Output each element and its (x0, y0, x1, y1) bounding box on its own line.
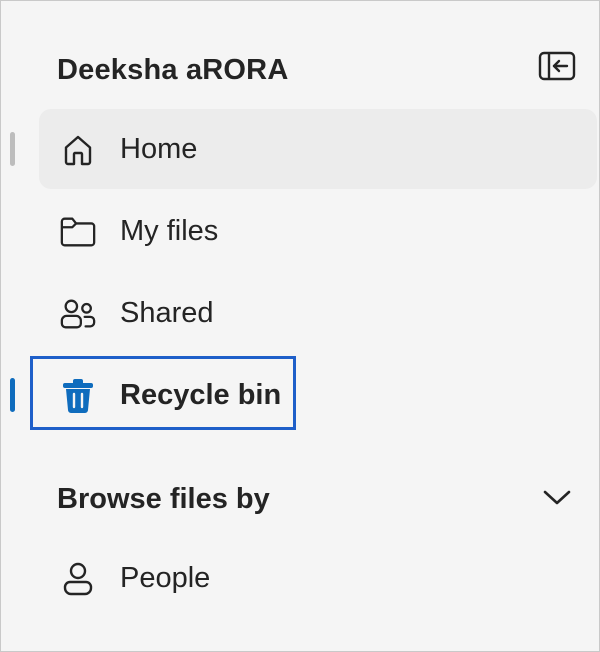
browse-toggle-button[interactable] (537, 481, 577, 517)
nav-item-recycle-bin[interactable]: Recycle bin (39, 355, 597, 435)
home-icon (59, 131, 97, 169)
user-name: Deeksha aRORA (57, 54, 289, 86)
selection-indicator (10, 378, 15, 412)
collapse-pane-button[interactable] (537, 51, 577, 86)
people-shared-icon (59, 295, 97, 333)
nav-item-home[interactable]: Home (39, 109, 597, 189)
pane-header: Deeksha aRORA (1, 1, 599, 101)
folder-icon (59, 213, 97, 251)
nav-item-label: Home (120, 133, 198, 165)
hover-indicator (10, 132, 15, 166)
nav-item-shared[interactable]: Shared (39, 273, 597, 353)
panel-collapse-icon (538, 51, 576, 86)
navigation-pane: Deeksha aRORA Home My files Shared Recyc… (0, 0, 600, 652)
trash-icon (59, 377, 97, 415)
nav-item-my-files[interactable]: My files (39, 191, 597, 271)
chevron-down-icon (541, 487, 573, 512)
browse-section-title: Browse files by (57, 483, 270, 515)
person-icon (59, 560, 97, 598)
nav-item-label: Recycle bin (120, 379, 282, 411)
nav-item-label: People (120, 562, 211, 594)
nav-item-label: Shared (120, 297, 214, 329)
nav-item-label: My files (120, 215, 219, 247)
nav-item-people[interactable]: People (39, 538, 597, 618)
